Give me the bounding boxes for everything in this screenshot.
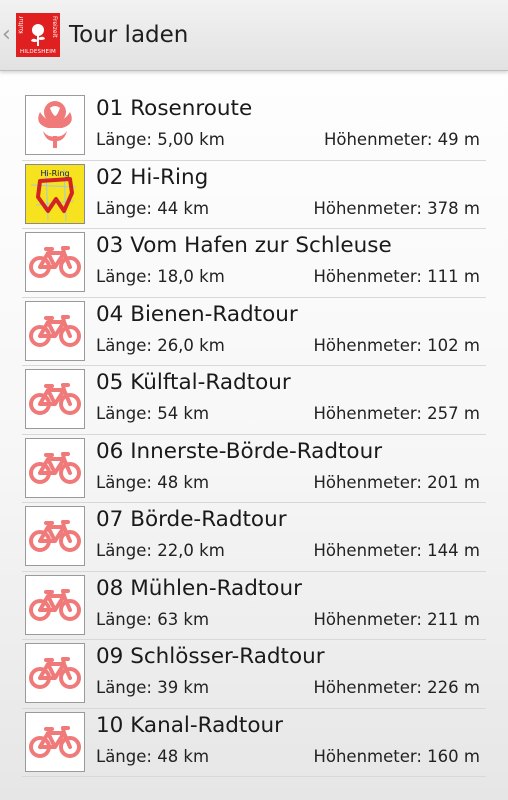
tour-elevation: Höhenmeter: 111 m xyxy=(313,267,480,286)
tour-elevation: Höhenmeter: 144 m xyxy=(313,541,480,560)
tour-list-item[interactable]: 03 Vom Hafen zur Schleuse Länge: 18,0 km… xyxy=(22,229,486,298)
tour-length: Länge: 26,0 km xyxy=(96,335,225,355)
up-navigation-button[interactable]: ‹ Kultur Freizeit HILDESHEIM xyxy=(0,0,60,70)
tour-length: Länge: 48 km xyxy=(96,746,210,766)
tour-list-item[interactable]: Hi-Ring 02 Hi-Ring Länge: 44 km Höhenmet… xyxy=(22,161,486,229)
bicycle-icon xyxy=(29,588,81,621)
tour-elevation: Höhenmeter: 160 m xyxy=(313,746,480,766)
tour-elevation: Höhenmeter: 211 m xyxy=(313,609,480,629)
hi-ring-label: Hi-Ring xyxy=(40,169,69,178)
tour-list-item[interactable]: 07 Börde-Radtour Länge: 22,0 km Höhenmet… xyxy=(22,503,486,572)
tour-length: Länge: 22,0 km xyxy=(96,541,225,560)
tour-thumbnail xyxy=(25,300,85,361)
tour-length: Länge: 5,00 km xyxy=(96,130,225,149)
tour-elevation: Höhenmeter: 226 m xyxy=(313,678,480,697)
tour-thumbnail xyxy=(25,711,85,772)
tour-length: Länge: 18,0 km xyxy=(96,267,225,286)
tour-list-item[interactable]: 08 Mühlen-Radtour Länge: 63 km Höhenmete… xyxy=(22,572,486,640)
tour-thumbnail xyxy=(25,506,85,566)
tour-length: Länge: 48 km xyxy=(96,472,210,492)
logo-text-left: Kultur xyxy=(18,16,25,34)
tour-name: 05 Külftal-Radtour xyxy=(96,370,291,395)
bicycle-icon xyxy=(29,451,81,484)
bicycle-icon xyxy=(29,520,81,552)
tour-thumbnail xyxy=(25,437,85,498)
tour-name: 07 Börde-Radtour xyxy=(96,507,287,532)
tour-elevation: Höhenmeter: 102 m xyxy=(313,335,480,355)
tour-list-item[interactable]: 09 Schlösser-Radtour Länge: 39 km Höhenm… xyxy=(22,640,486,709)
tour-thumbnail xyxy=(25,643,85,703)
rose-icon xyxy=(38,101,72,148)
tour-list-item[interactable]: 10 Kanal-Radtour Länge: 48 km Höhenmeter… xyxy=(22,709,486,777)
tour-name: 01 Rosenroute xyxy=(96,96,253,121)
tour-list-item[interactable]: 01 Rosenroute Länge: 5,00 km Höhenmeter:… xyxy=(22,92,486,161)
bicycle-icon xyxy=(29,246,81,278)
bicycle-icon xyxy=(29,725,81,758)
chevron-left-icon: ‹ xyxy=(2,22,11,47)
page-title: Tour laden xyxy=(69,22,189,48)
tour-thumbnail xyxy=(25,574,85,635)
tour-name: 10 Kanal-Radtour xyxy=(96,712,283,738)
tour-length: Länge: 54 km xyxy=(96,404,210,423)
tour-thumbnail xyxy=(25,232,85,292)
logo-text-bottom: HILDESHEIM xyxy=(19,49,56,55)
tour-length: Länge: 63 km xyxy=(96,609,210,629)
tour-elevation: Höhenmeter: 49 m xyxy=(323,130,480,149)
tour-thumbnail xyxy=(25,95,85,155)
tour-name: 02 Hi-Ring xyxy=(96,164,209,190)
tour-thumbnail: Hi-Ring xyxy=(25,163,85,224)
tour-list: 01 Rosenroute Länge: 5,00 km Höhenmeter:… xyxy=(22,92,486,777)
tour-thumbnail xyxy=(25,369,85,429)
tour-name: 08 Mühlen-Radtour xyxy=(96,575,302,601)
action-bar: ‹ Kultur Freizeit HILDESHEIM Tour laden xyxy=(0,0,508,71)
bicycle-icon xyxy=(29,383,81,415)
rose-icon xyxy=(31,24,45,46)
tour-name: 06 Innerste-Börde-Radtour xyxy=(96,438,383,464)
tour-list-item[interactable]: 06 Innerste-Börde-Radtour Länge: 48 km H… xyxy=(22,435,486,503)
tour-length: Länge: 44 km xyxy=(96,198,210,218)
logo-text-right: Freizeit xyxy=(51,16,58,38)
tour-list-item[interactable]: 05 Külftal-Radtour Länge: 54 km Höhenmet… xyxy=(22,366,486,435)
tour-elevation: Höhenmeter: 201 m xyxy=(313,472,480,492)
tour-length: Länge: 39 km xyxy=(96,678,210,697)
bicycle-icon xyxy=(29,657,81,689)
tour-name: 09 Schlösser-Radtour xyxy=(96,644,325,669)
app-logo: Kultur Freizeit HILDESHEIM xyxy=(16,13,60,57)
tour-name: 03 Vom Hafen zur Schleuse xyxy=(96,233,392,258)
bicycle-icon xyxy=(29,314,81,347)
tour-list-item[interactable]: 04 Bienen-Radtour Länge: 26,0 km Höhenme… xyxy=(22,298,486,366)
tour-elevation: Höhenmeter: 257 m xyxy=(313,404,480,423)
tour-name: 04 Bienen-Radtour xyxy=(96,301,298,327)
hi-ring-map-icon: Hi-Ring xyxy=(26,164,84,223)
tour-elevation: Höhenmeter: 378 m xyxy=(313,198,480,218)
